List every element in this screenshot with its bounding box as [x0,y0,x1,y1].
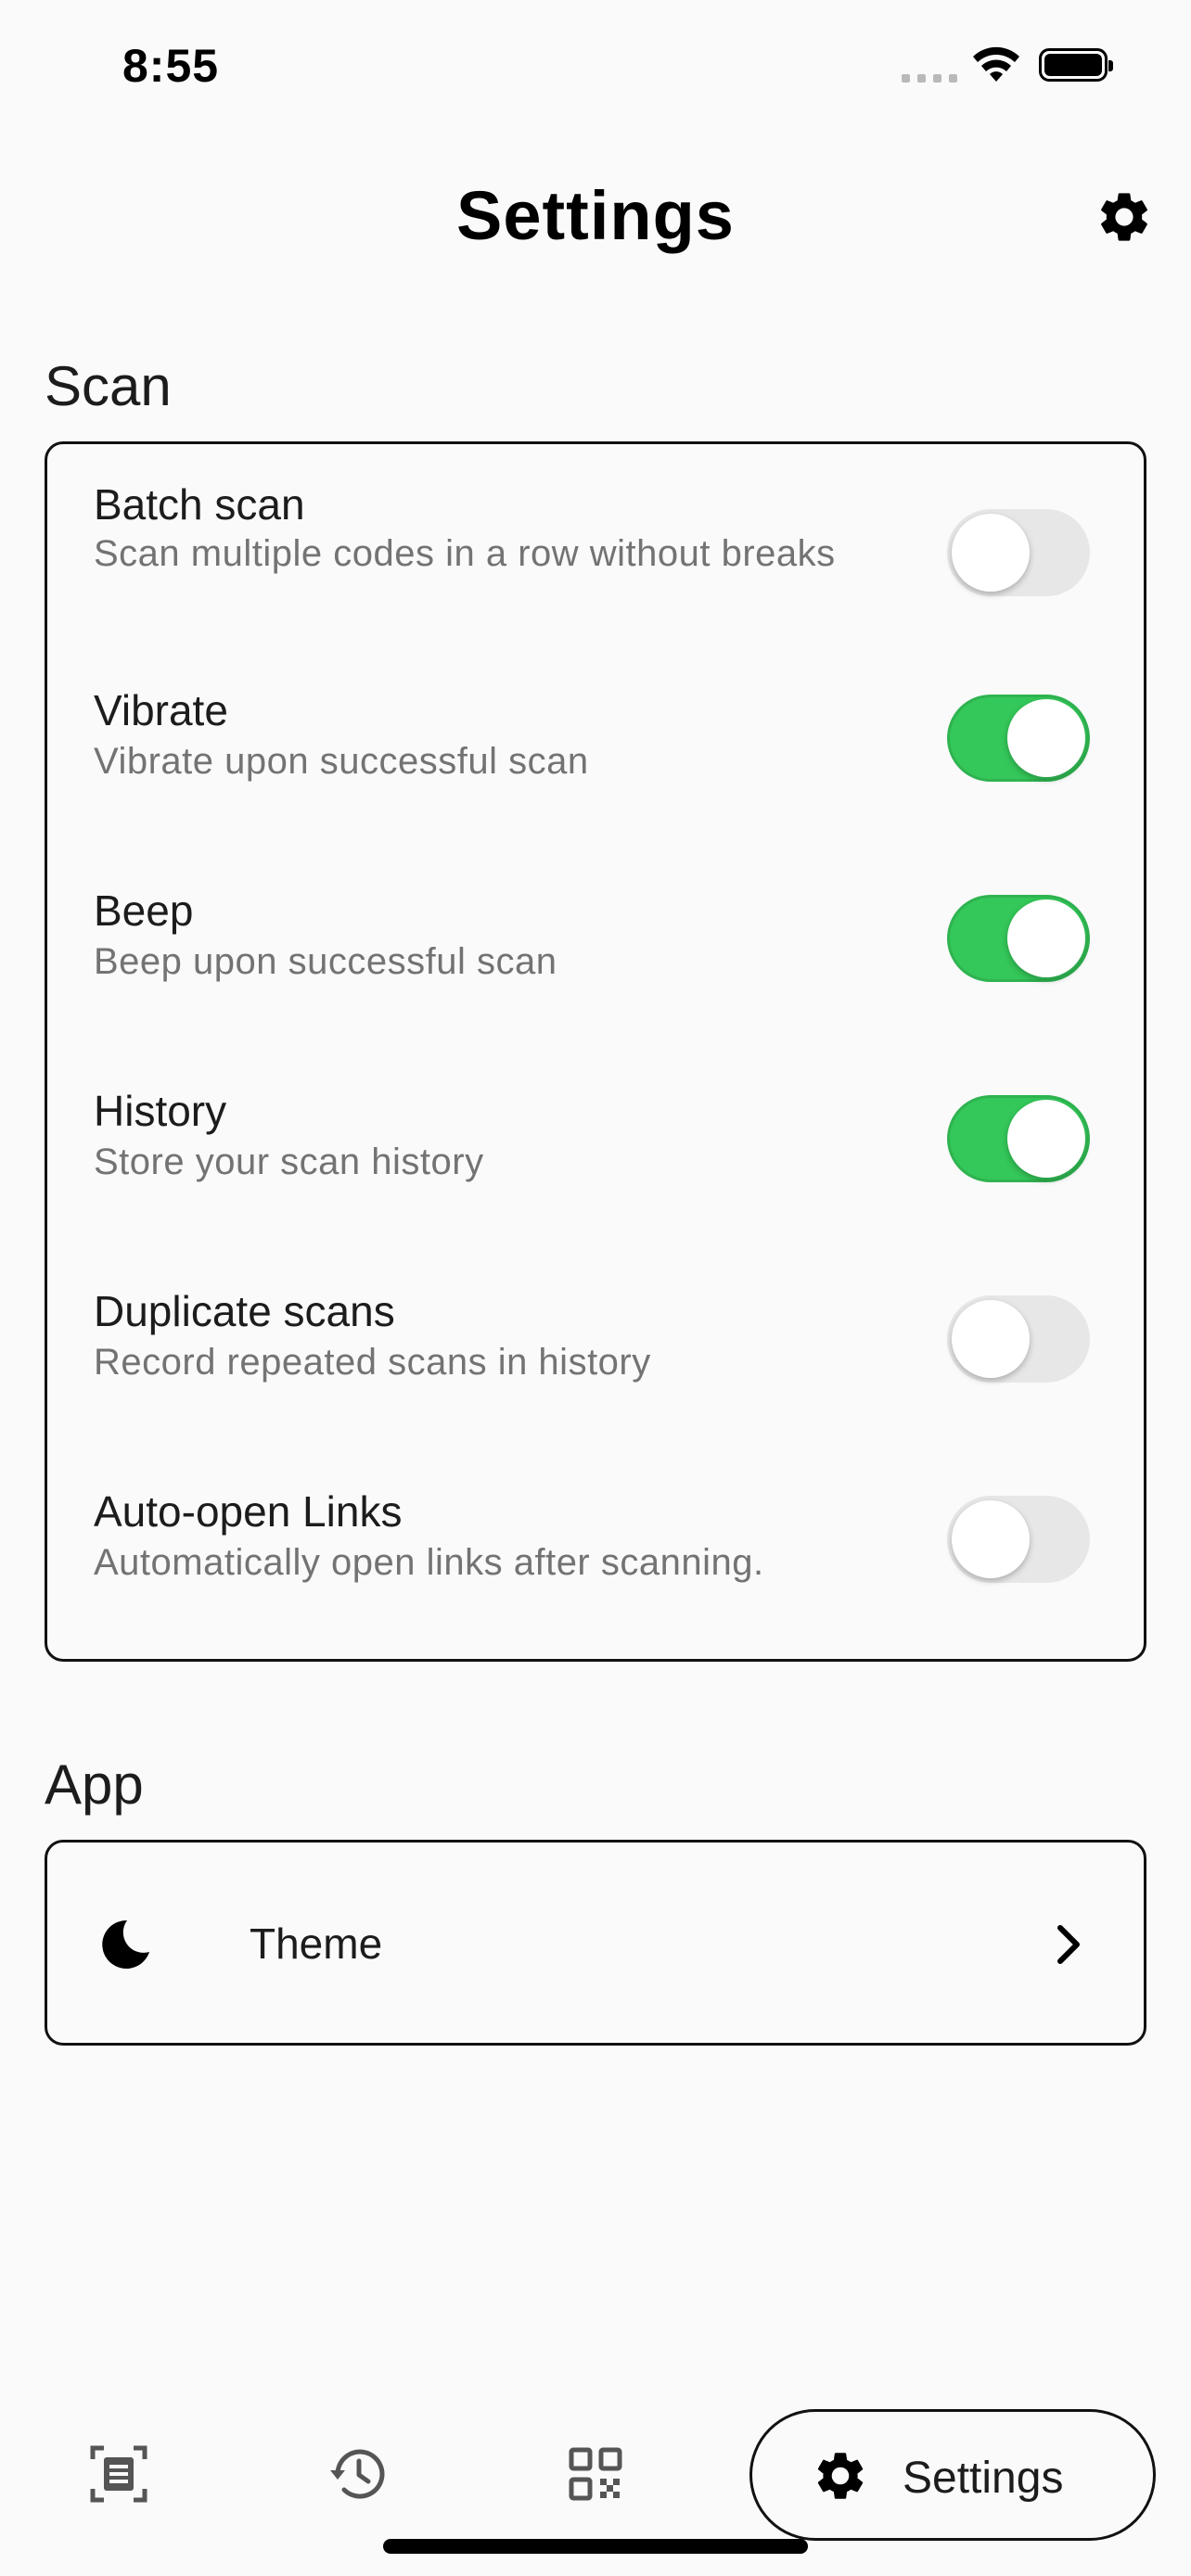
toggle-knob [1007,699,1085,777]
toggle-vibrate-switch[interactable] [947,695,1090,782]
page-title: Settings [456,177,735,254]
setting-description: Store your scan history [94,1141,484,1182]
theme-row[interactable]: Theme [45,1840,1146,2046]
toggle-knob [952,514,1030,592]
toggle-auto-open-links-switch[interactable] [947,1496,1090,1583]
nav-settings-label: Settings [903,2454,1064,2503]
theme-label: Theme [250,1919,383,1968]
setting-title: Duplicate scans [94,1287,395,1335]
setting-description: Scan multiple codes in a row without bre… [94,533,836,574]
scan-icon[interactable] [89,2444,148,2504]
toggle-knob [1007,1100,1085,1178]
section-title-scan: Scan [45,355,172,417]
toggle-knob [952,1500,1030,1578]
setting-title: Beep [94,886,194,935]
battery-icon [1039,48,1113,82]
gear-icon [817,2453,864,2499]
setting-description: Automatically open links after scanning. [94,1542,764,1583]
history-icon[interactable] [328,2444,388,2504]
setting-description: Beep upon successful scan [94,941,557,982]
moon-icon [102,1919,149,1969]
setting-title: Auto-open Links [94,1487,403,1536]
chevron-right-icon [1057,1925,1080,1964]
section-title-app: App [45,1753,144,1816]
setting-title: History [94,1087,227,1135]
toggle-beep-switch[interactable] [947,895,1090,982]
setting-description: Vibrate upon successful scan [94,741,589,782]
toggle-knob [1007,899,1085,977]
setting-title: Vibrate [94,686,228,734]
scan-settings-card: Batch scan Scan multiple codes in a row … [45,441,1146,1662]
status-bar: 8:55 [0,0,1191,139]
toggle-history-switch[interactable] [947,1095,1090,1182]
toggle-batch-scan-switch[interactable] [947,509,1090,596]
setting-description: Record repeated scans in history [94,1342,651,1383]
toggle-duplicate-scans-switch[interactable] [947,1295,1090,1383]
qr-code-icon[interactable] [566,2444,625,2504]
home-indicator [383,2539,808,2554]
status-time: 8:55 [122,40,220,92]
setting-title: Batch scan [94,480,305,529]
gear-icon[interactable] [1095,187,1154,247]
wifi-icon [973,46,1019,82]
nav-settings-tab[interactable]: Settings [749,2409,1156,2541]
cellular-signal-icon [902,74,957,83]
toggle-knob [952,1300,1030,1378]
bottom-navigation: Settings [0,2392,1191,2559]
